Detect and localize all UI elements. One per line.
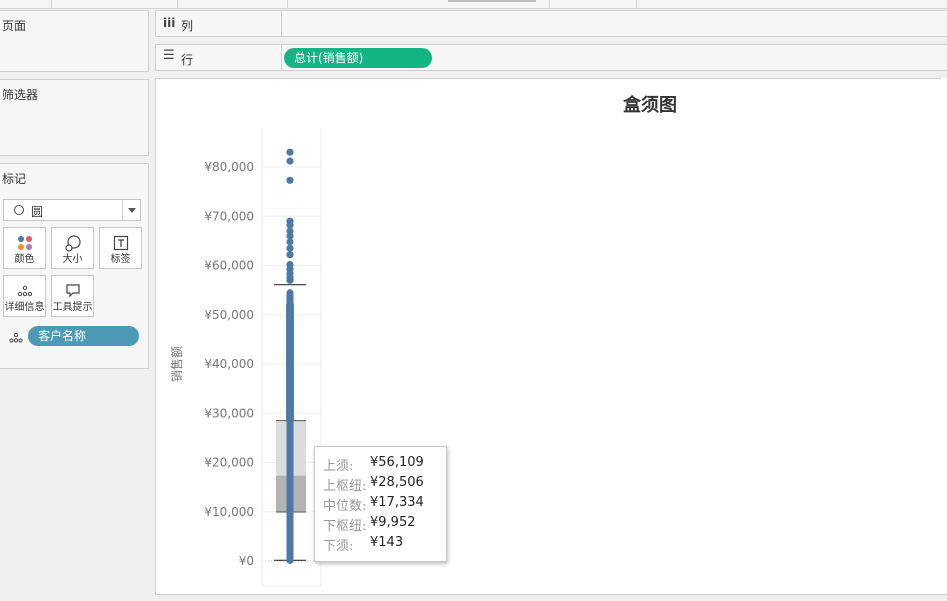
tooltip-key: 中位数: — [323, 499, 367, 514]
marks-title: 标记 — [2, 172, 27, 186]
y-tick-label: ¥0 — [239, 554, 254, 568]
tooltip-value: ¥56,109 — [370, 455, 424, 470]
y-tick-label: ¥50,000 — [204, 308, 254, 322]
y-tick-label: ¥70,000 — [204, 209, 254, 223]
chevron-down-icon[interactable] — [122, 200, 140, 220]
right-scroll-edge — [941, 78, 947, 568]
label-text-icon — [113, 235, 128, 251]
mark-type-value: 圆 — [31, 205, 44, 219]
tooltip-value: ¥28,506 — [370, 475, 424, 490]
y-tick-label: ¥80,000 — [204, 160, 254, 174]
outlier-point — [286, 244, 294, 252]
rows-shelf-label: ☰ 行 — [156, 45, 282, 70]
box-plot-chart[interactable]: 盒须图 销售额 ¥0 ¥10,000 ¥20,000 ¥30,000 ¥40,000 ¥5… — [155, 78, 941, 594]
outlier-point — [286, 157, 294, 165]
tooltip-button[interactable]: 工具提示 — [51, 275, 94, 317]
outlier-point — [286, 176, 294, 184]
rows-shelf[interactable]: ☰ 行 总计(销售额) — [155, 44, 947, 71]
outlier-point — [286, 251, 294, 259]
filters-card[interactable]: 筛选器 — [0, 79, 149, 156]
tooltip-row-upper-hinge: 上枢纽: ¥28,506 — [323, 475, 424, 494]
rows-icon: ☰ — [163, 48, 175, 63]
outlier-point — [286, 276, 294, 284]
y-tick-label: ¥30,000 — [204, 406, 254, 420]
marks-card: 标记 圆 颜色 大小 标签 详细信息 工具提示 客户名称 — [0, 163, 149, 369]
outlier-point — [286, 238, 294, 246]
label-button[interactable]: 标签 — [99, 227, 142, 269]
rows-measure-pill[interactable]: 总计(销售额) — [284, 48, 432, 68]
circle-icon — [14, 205, 24, 215]
tooltip-row-median: 中位数: ¥17,334 — [323, 495, 424, 514]
columns-shelf[interactable]: iii 列 — [155, 10, 947, 37]
y-tick-label: ¥40,000 — [204, 357, 254, 371]
detail-button-label: 详细信息 — [4, 302, 45, 313]
size-button[interactable]: 大小 — [51, 227, 94, 269]
y-axis-title: 销售额 — [169, 346, 184, 382]
columns-shelf-label: iii 列 — [156, 11, 282, 36]
color-button-label: 颜色 — [14, 254, 35, 265]
tooltip-key: 下枢纽: — [323, 519, 367, 534]
detail-button[interactable]: 详细信息 — [3, 275, 46, 317]
tooltip-key: 下须: — [323, 539, 354, 554]
boxplot-tooltip: 上须: ¥56,109 上枢纽: ¥28,506 中位数: ¥17,334 下枢纽: ¥… — [314, 446, 447, 562]
toolbar-highlight — [448, 0, 536, 2]
tooltip-value: ¥143 — [370, 535, 404, 550]
size-button-label: 大小 — [62, 254, 83, 265]
tooltip-button-label: 工具提示 — [52, 302, 93, 313]
tooltip-value: ¥9,952 — [370, 515, 416, 530]
data-point — [286, 556, 294, 564]
detail-field-pill[interactable]: 客户名称 — [28, 326, 139, 346]
tooltip-row-lower-hinge: 下枢纽: ¥9,952 — [323, 515, 416, 534]
pages-title: 页面 — [2, 19, 27, 33]
toolbar-segment — [0, 0, 52, 9]
top-toolbar-strip — [0, 0, 947, 9]
color-dots-icon — [17, 236, 32, 250]
pages-card[interactable]: 页面 — [0, 10, 149, 72]
detail-dots-icon — [17, 285, 32, 297]
tooltip-key: 上须: — [323, 459, 354, 474]
tooltip-value: ¥17,334 — [370, 495, 424, 510]
detail-field-icon — [9, 332, 23, 343]
y-tick-label: ¥20,000 — [204, 456, 254, 470]
chart-title: 盒须图 — [623, 94, 677, 116]
y-tick-label: ¥60,000 — [204, 259, 254, 273]
color-button[interactable]: 颜色 — [3, 227, 46, 269]
tooltip-key: 上枢纽: — [323, 479, 367, 494]
columns-icon: iii — [163, 16, 176, 30]
label-button-label: 标签 — [110, 254, 131, 265]
toolbar-segment — [550, 0, 637, 9]
toolbar-segment — [52, 0, 178, 9]
outlier-point — [286, 148, 294, 156]
rows-label-text: 行 — [181, 53, 194, 67]
columns-label-text: 列 — [181, 19, 194, 33]
filters-title: 筛选器 — [2, 88, 39, 102]
y-tick-label: ¥10,000 — [204, 505, 254, 519]
toolbar-segment — [178, 0, 288, 9]
tooltip-row-lower-whisker: 下须: ¥143 — [323, 535, 403, 554]
mark-type-dropdown[interactable]: 圆 — [3, 199, 141, 221]
tooltip-row-upper-whisker: 上须: ¥56,109 — [323, 455, 424, 474]
tooltip-bubble-icon — [65, 284, 80, 298]
